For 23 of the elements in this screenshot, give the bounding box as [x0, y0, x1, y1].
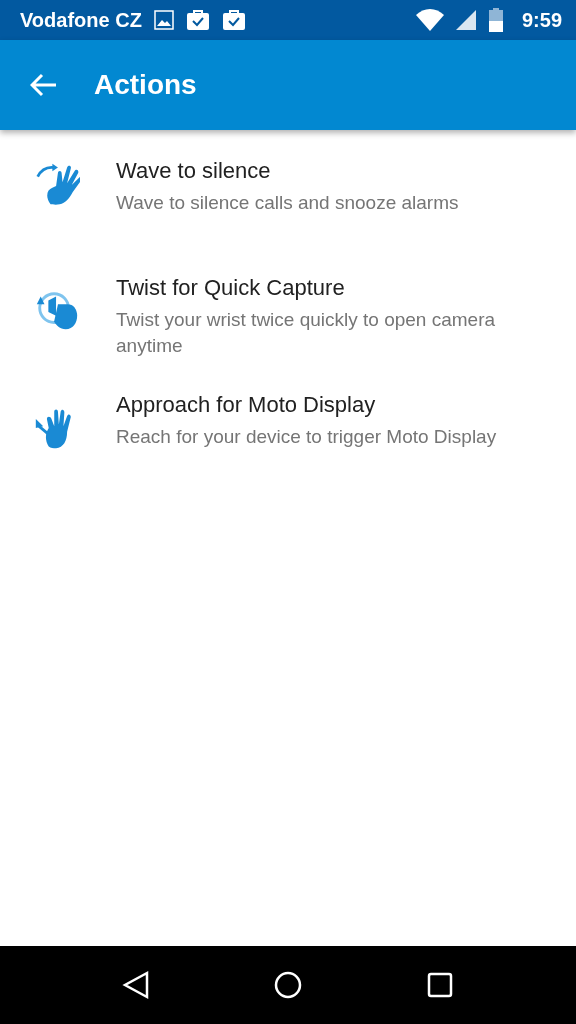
action-title: Wave to silence — [116, 158, 272, 184]
action-description: Wave to silence calls and snooze alarms — [116, 191, 459, 215]
image-icon — [153, 10, 174, 30]
waving-hand-icon — [34, 162, 80, 208]
home-button[interactable] — [273, 970, 303, 1000]
briefcase-check-icon — [221, 9, 246, 31]
recents-button[interactable] — [425, 970, 455, 1000]
action-item[interactable]: Approach for Moto Display Reach for your device to trigger Moto Display — [0, 392, 576, 509]
back-button[interactable] — [30, 73, 58, 97]
clock: 9:59 — [521, 8, 562, 32]
action-item[interactable]: Twist for Quick Capture Twist your wrist twice quickly to open camera anytime — [0, 275, 576, 392]
carrier-name: Vodafone CZ — [20, 8, 142, 32]
back-nav-button[interactable] — [121, 970, 151, 1000]
screen-title: Actions — [94, 69, 197, 101]
briefcase-check-icon — [185, 9, 210, 31]
battery-icon — [487, 8, 504, 32]
action-description: Twist your wrist twice quickly to open camera anytime — [116, 308, 497, 358]
action-description: Reach for your device to trigger Moto Display — [116, 425, 497, 449]
wifi-icon — [415, 9, 444, 31]
action-title: Approach for Moto Display — [116, 392, 377, 418]
action-title: Twist for Quick Capture — [116, 275, 346, 301]
action-item[interactable]: Wave to silence Wave to silence calls and snooze alarms — [0, 158, 576, 275]
signal-icon — [455, 10, 476, 30]
